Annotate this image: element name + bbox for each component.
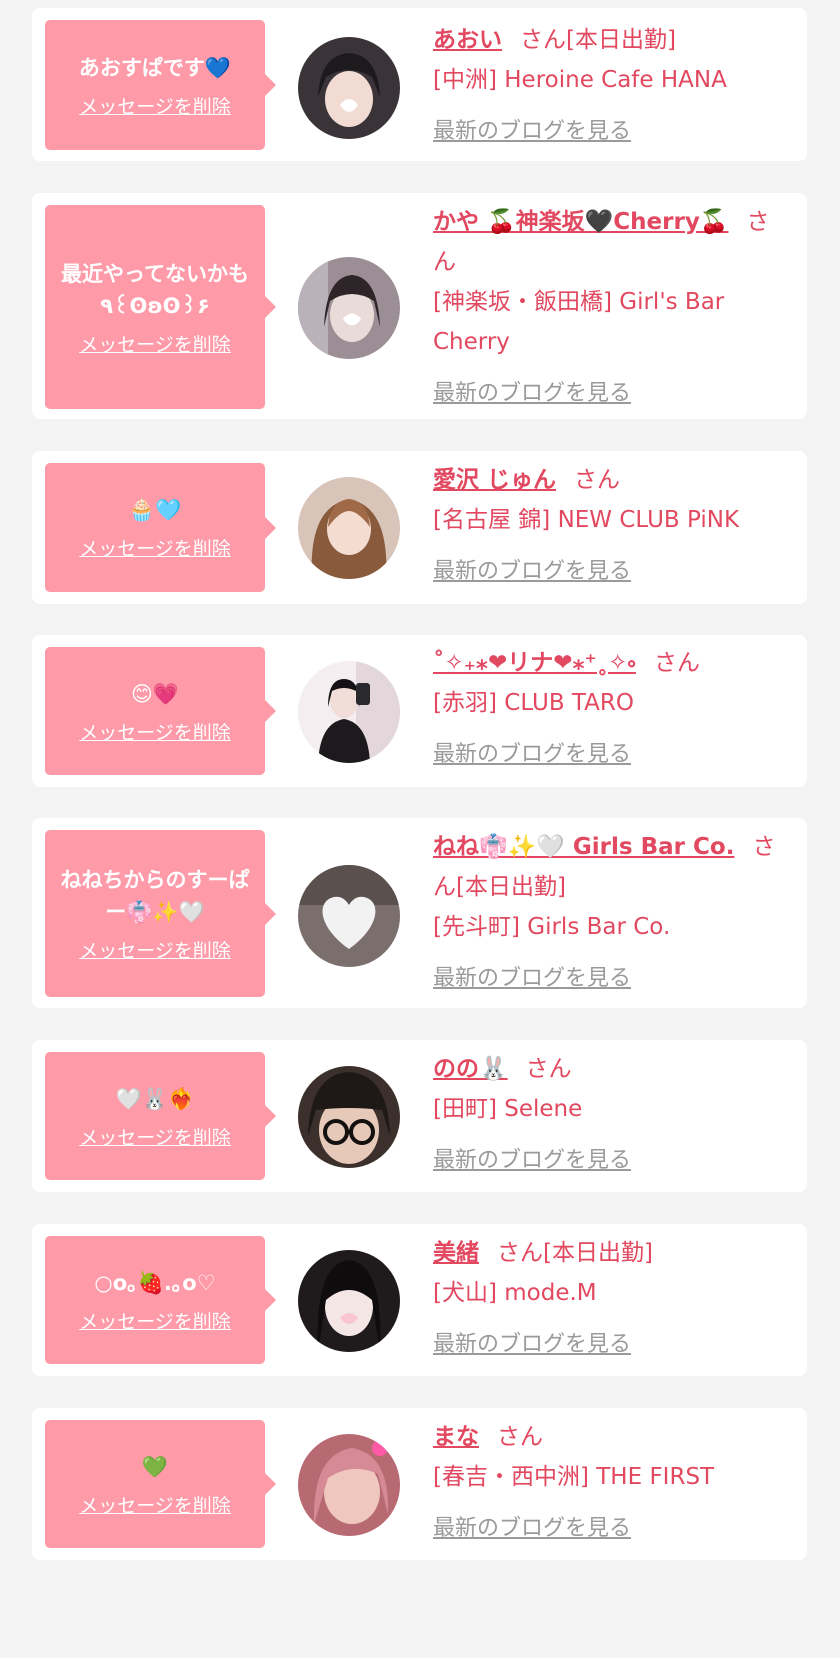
latest-blog-link[interactable]: 最新のブログを見る: [433, 735, 631, 775]
cast-name-suffix: さん: [525, 1056, 572, 1082]
cast-name-link[interactable]: まな: [433, 1424, 479, 1450]
cast-card: あおすぱです💙 メッセージを削除 あおい さん[本日出勤] [中洲] Heroin…: [32, 8, 807, 161]
avatar-photo-icon: [298, 257, 400, 359]
cast-info: 美緒 さん[本日出勤] [犬山] mode.M 最新のブログを見る: [433, 1233, 789, 1365]
cast-avatar[interactable]: [298, 661, 400, 763]
cast-avatar[interactable]: [298, 865, 400, 967]
cast-info: かや 🍒神楽坂🖤Cherry🍒 さん [神楽坂・飯田橋] Girl's Bar C…: [433, 202, 789, 414]
cast-name-link[interactable]: かや 🍒神楽坂🖤Cherry🍒: [433, 209, 728, 235]
avatar-photo-icon: [298, 865, 400, 967]
cast-info: ˚✧₊⁎❤︎リナ❤︎⁎⁺˳✧༚ さん [赤羽] CLUB TARO 最新のブログを…: [433, 643, 789, 775]
message-text: 最近やってないかも٩꒰ʘʚʘ꒱۶: [61, 261, 249, 318]
avatar-photo-icon: [298, 1066, 400, 1168]
delete-message-link[interactable]: メッセージを削除: [79, 1123, 231, 1150]
latest-blog-link[interactable]: 最新のブログを見る: [433, 374, 631, 414]
message-bubble: ねねちからのすーぱー👘✨🤍 メッセージを削除: [45, 830, 276, 997]
cast-avatar[interactable]: [298, 1066, 400, 1168]
delete-message-link[interactable]: メッセージを削除: [79, 330, 231, 357]
message-bubble: ○o｡🍓.｡o♡ メッセージを削除: [45, 1236, 276, 1364]
delete-message-link[interactable]: メッセージを削除: [79, 92, 231, 119]
message-text: 🧁🩵: [128, 498, 182, 522]
message-bubble: あおすぱです💙 メッセージを削除: [45, 20, 276, 150]
shop-name: [犬山] mode.M: [433, 1280, 597, 1306]
message-bubble: 最近やってないかも٩꒰ʘʚʘ꒱۶ メッセージを削除: [45, 205, 276, 409]
cast-card: 🧁🩵 メッセージを削除 愛沢 じゅん さん [名古屋 錦] NEW CLUB Pi…: [32, 451, 807, 604]
cast-name-link[interactable]: 美緒: [433, 1240, 479, 1266]
cast-avatar[interactable]: [298, 1250, 400, 1352]
cast-card: 最近やってないかも٩꒰ʘʚʘ꒱۶ メッセージを削除 かや 🍒神楽坂🖤Cherry…: [32, 193, 807, 419]
avatar-photo-icon: [298, 661, 400, 763]
cast-name-suffix: さん: [497, 1424, 543, 1450]
shop-name: [名古屋 錦] NEW CLUB PiNK: [433, 507, 740, 533]
cast-name-suffix: さん[本日出勤]: [497, 1240, 653, 1266]
cast-info: まな さん [春吉・西中洲] THE FIRST 最新のブログを見る: [433, 1417, 789, 1549]
message-bubble: 😊💗 メッセージを削除: [45, 647, 276, 775]
latest-blog-link[interactable]: 最新のブログを見る: [433, 1325, 631, 1365]
cast-name-link[interactable]: のの🐰: [433, 1056, 508, 1082]
latest-blog-link[interactable]: 最新のブログを見る: [433, 112, 631, 152]
shop-name: [神楽坂・飯田橋] Girl's Bar Cherry: [433, 289, 725, 355]
delete-message-link[interactable]: メッセージを削除: [79, 534, 231, 561]
cast-name-suffix: さん: [574, 467, 621, 493]
latest-blog-link[interactable]: 最新のブログを見る: [433, 552, 631, 592]
favorite-cast-list: あおすぱです💙 メッセージを削除 あおい さん[本日出勤] [中洲] Heroin…: [0, 0, 840, 1658]
message-text: 🤍🐰❤️‍🔥: [115, 1086, 195, 1111]
cast-card: ねねちからのすーぱー👘✨🤍 メッセージを削除 ねね👘✨🤍 Girls Bar C…: [32, 818, 807, 1008]
cast-card: 🤍🐰❤️‍🔥 メッセージを削除 のの🐰 さん [田町] Selene 最新のブログ…: [32, 1040, 807, 1192]
shop-name: [田町] Selene: [433, 1096, 583, 1122]
shop-name: [中洲] Heroine Cafe HANA: [433, 67, 727, 93]
message-bubble: 🧁🩵 メッセージを削除: [45, 463, 276, 592]
delete-message-link[interactable]: メッセージを削除: [79, 936, 231, 963]
cast-info: ねね👘✨🤍 Girls Bar Co. さん[本日出勤] [先斗町] Girls …: [433, 827, 789, 999]
delete-message-link[interactable]: メッセージを削除: [79, 718, 231, 745]
delete-message-link[interactable]: メッセージを削除: [79, 1307, 231, 1334]
avatar-photo-icon: [298, 37, 400, 139]
latest-blog-link[interactable]: 最新のブログを見る: [433, 1509, 631, 1549]
shop-name: [先斗町] Girls Bar Co.: [433, 914, 671, 940]
message-text: ねねちからのすーぱー👘✨🤍: [60, 868, 250, 924]
cast-info: あおい さん[本日出勤] [中洲] Heroine Cafe HANA 最新のブロ…: [433, 20, 789, 152]
message-text: あおすぱです💙: [78, 55, 232, 80]
message-text: 💚: [141, 1454, 169, 1479]
cast-avatar[interactable]: [298, 1434, 400, 1536]
cast-info: のの🐰 さん [田町] Selene 最新のブログを見る: [433, 1049, 789, 1181]
avatar-photo-icon: [298, 1250, 400, 1352]
cast-info: 愛沢 じゅん さん [名古屋 錦] NEW CLUB PiNK 最新のブログを見る: [433, 460, 789, 592]
avatar-photo-icon: [298, 1434, 400, 1536]
cast-avatar[interactable]: [298, 477, 400, 579]
delete-message-link[interactable]: メッセージを削除: [79, 1491, 231, 1518]
cast-name-link[interactable]: ˚✧₊⁎❤︎リナ❤︎⁎⁺˳✧༚: [433, 650, 636, 676]
message-text: ○o｡🍓.｡o♡: [94, 1270, 216, 1295]
cast-name-link[interactable]: ねね👘✨🤍 Girls Bar Co.: [433, 834, 734, 860]
cast-name-suffix: さん: [653, 650, 700, 676]
cast-name-suffix: さん[本日出勤]: [520, 27, 676, 53]
cast-avatar[interactable]: [298, 37, 400, 139]
message-bubble: 💚 メッセージを削除: [45, 1420, 276, 1548]
cast-avatar[interactable]: [298, 257, 400, 359]
message-text: 😊💗: [130, 681, 180, 706]
cast-name-link[interactable]: 愛沢 じゅん: [433, 467, 556, 493]
cast-card: 💚 メッセージを削除 まな さん [春吉・西中洲] THE FIRST 最新のブロ…: [32, 1408, 807, 1560]
latest-blog-link[interactable]: 最新のブログを見る: [433, 959, 631, 999]
cast-card: 😊💗 メッセージを削除 ˚✧₊⁎❤︎リナ❤︎⁎⁺˳✧༚ さん [赤羽] CLUB …: [32, 635, 807, 787]
latest-blog-link[interactable]: 最新のブログを見る: [433, 1141, 631, 1181]
cast-name-link[interactable]: あおい: [433, 27, 502, 53]
shop-name: [赤羽] CLUB TARO: [433, 690, 634, 716]
cast-card: ○o｡🍓.｡o♡ メッセージを削除 美緒 さん[本日出勤] [犬山] mode.M…: [32, 1224, 807, 1376]
avatar-photo-icon: [298, 477, 400, 579]
shop-name: [春吉・西中洲] THE FIRST: [433, 1464, 715, 1490]
message-bubble: 🤍🐰❤️‍🔥 メッセージを削除: [45, 1052, 276, 1180]
